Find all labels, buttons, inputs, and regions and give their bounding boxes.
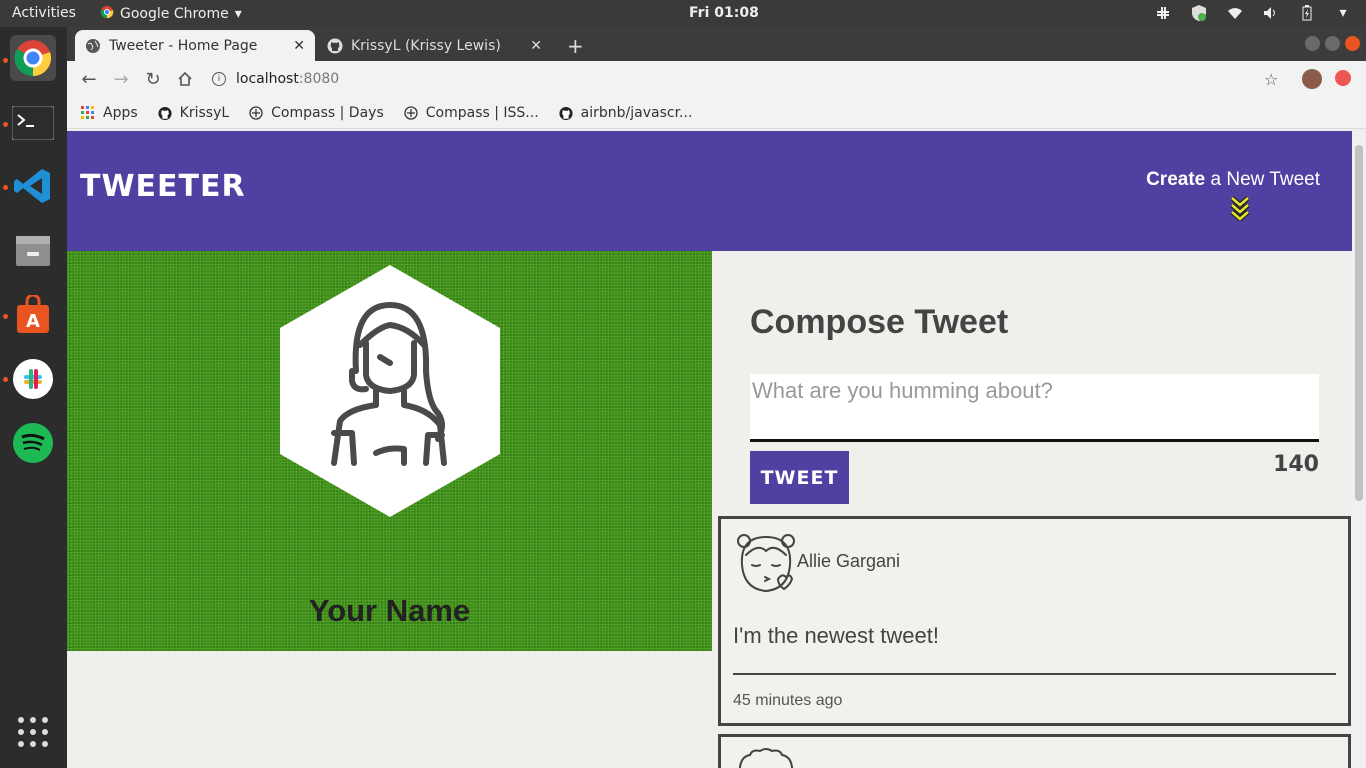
tweet-timestamp: 45 minutes ago (733, 692, 843, 709)
minimize-button[interactable] (1305, 36, 1320, 51)
shield-icon[interactable] (1190, 4, 1208, 22)
running-indicator (3, 377, 8, 382)
user-avatar-icon (738, 748, 794, 768)
slack-tray-icon[interactable] (1154, 4, 1172, 22)
show-applications-icon[interactable] (18, 717, 48, 747)
chrome-small-icon (100, 5, 114, 23)
tab-tweeter[interactable]: Tweeter - Home Page ✕ (75, 30, 315, 61)
new-tab-button[interactable]: + (567, 34, 584, 58)
vscode-dock-icon[interactable] (10, 163, 56, 209)
running-indicator (3, 58, 8, 63)
github-icon (327, 38, 343, 54)
svg-text:A: A (26, 311, 40, 332)
globe-icon (85, 38, 101, 54)
double-chevron-down-icon[interactable] (1230, 195, 1250, 221)
site-info-icon[interactable]: i (212, 72, 226, 86)
running-indicator (3, 122, 8, 127)
forward-arrow-icon[interactable]: → (111, 69, 131, 90)
address-bar[interactable]: i localhost:8080 (212, 66, 1282, 92)
github-icon (559, 106, 573, 120)
tab-strip: Tweeter - Home Page ✕ KrissyL (Krissy Le… (67, 27, 1366, 61)
page-scrollbar[interactable] (1352, 131, 1366, 768)
spotify-dock-icon[interactable] (10, 420, 56, 466)
tweet-card (718, 734, 1351, 768)
tab-title: Tweeter - Home Page (109, 37, 258, 54)
character-counter: 140 (1273, 452, 1319, 477)
avatar[interactable] (1302, 69, 1322, 89)
bookmark-star-icon[interactable]: ☆ (1264, 70, 1278, 89)
battery-icon[interactable] (1298, 4, 1316, 22)
chrome-dock-icon[interactable] (10, 35, 56, 81)
apps-grid-icon (81, 105, 95, 120)
system-tray[interactable]: ▾ (1154, 4, 1352, 22)
bookmark-label: KrissyL (179, 104, 230, 121)
maximize-button[interactable] (1325, 36, 1340, 51)
system-top-bar: Activities Google Chrome ▾ Fri 01:08 ▾ (0, 0, 1366, 27)
brand-logo[interactable]: TWEETER (80, 169, 246, 204)
browser-toolbar: ← → ↻ i localhost:8080 ☆ (67, 61, 1366, 97)
terminal-dock-icon[interactable] (10, 100, 56, 146)
tab-title: KrissyL (Krissy Lewis) (351, 37, 501, 54)
bookmark-apps[interactable]: Apps (81, 105, 138, 121)
page-viewport: TWEETER Create a New Tweet Your Name Com… (67, 131, 1352, 768)
extension-icon[interactable] (1335, 70, 1351, 86)
tweet-text-input[interactable] (750, 374, 1319, 442)
chevron-down-icon: ▾ (234, 6, 242, 22)
bookmarks-bar: Apps KrissyL Compass | Days Compass | IS… (67, 97, 1366, 129)
clock[interactable]: Fri 01:08 (689, 5, 759, 21)
files-dock-icon[interactable] (10, 227, 56, 273)
reload-icon[interactable]: ↻ (143, 69, 163, 90)
bookmark-label: Compass | Days (271, 104, 384, 121)
bookmark-label: Apps (103, 104, 138, 121)
close-window-button[interactable] (1345, 36, 1360, 51)
profile-name: Your Name (308, 593, 471, 628)
github-icon (158, 106, 172, 120)
bookmark-label: airbnb/javascr... (580, 104, 693, 121)
create-bold: Create (1146, 169, 1206, 190)
dock: A (0, 27, 67, 768)
url-port: :8080 (298, 71, 340, 87)
running-indicator (3, 185, 8, 190)
tweet-card: Allie Gargani I'm the newest tweet! 45 m… (718, 516, 1351, 726)
create-rest: a New Tweet (1205, 169, 1321, 190)
profile-header: Your Name (67, 251, 712, 651)
close-tab-icon[interactable]: ✕ (293, 38, 305, 54)
bookmark-airbnb[interactable]: airbnb/javascr... (559, 104, 693, 121)
create-tweet-link[interactable]: Create a New Tweet (1146, 169, 1320, 191)
site-nav: TWEETER Create a New Tweet (67, 131, 1352, 251)
home-icon[interactable] (175, 69, 195, 89)
url-host: localhost (236, 71, 299, 87)
bookmark-krissyl[interactable]: KrissyL (158, 104, 230, 121)
slack-dock-icon[interactable] (10, 356, 56, 402)
bookmark-label: Compass | ISS... (425, 104, 539, 121)
tweet-author: Allie Gargani (797, 551, 901, 571)
tweet-content: I'm the newest tweet! (733, 623, 939, 648)
compose-title: Compose Tweet (750, 303, 1009, 341)
close-tab-icon[interactable]: ✕ (530, 38, 542, 54)
scrollbar-thumb[interactable] (1355, 145, 1363, 501)
wifi-icon[interactable] (1226, 4, 1244, 22)
window-controls (1305, 36, 1360, 51)
compass-icon (249, 105, 263, 120)
back-arrow-icon[interactable]: ← (79, 69, 99, 90)
tweet-divider (733, 673, 1336, 675)
activities-button[interactable]: Activities (12, 5, 76, 21)
app-menu[interactable]: Google Chrome ▾ (100, 5, 242, 23)
compass-icon (404, 105, 418, 120)
tab-github[interactable]: KrissyL (Krissy Lewis) ✕ (317, 30, 552, 61)
running-indicator (3, 314, 8, 319)
software-store-dock-icon[interactable]: A (10, 292, 56, 338)
bookmark-compass-days[interactable]: Compass | Days (249, 105, 384, 121)
app-menu-label: Google Chrome (120, 6, 229, 22)
volume-icon[interactable] (1262, 4, 1280, 22)
profile-avatar-icon (280, 265, 500, 517)
power-menu-icon[interactable]: ▾ (1334, 4, 1352, 22)
tweet-button[interactable]: TWEET (750, 451, 849, 504)
user-avatar-icon (737, 534, 795, 593)
bookmark-compass-iss[interactable]: Compass | ISS... (404, 105, 539, 121)
